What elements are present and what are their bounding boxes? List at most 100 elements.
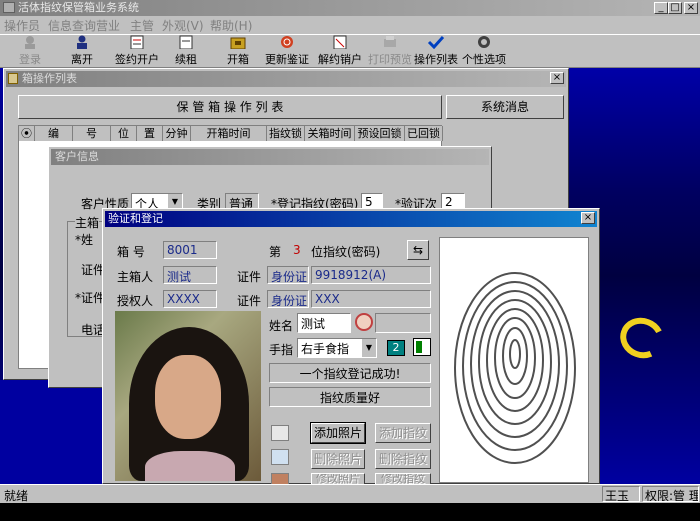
quality-message: 指纹质量好 bbox=[269, 387, 431, 407]
authorized-label: 授权人 bbox=[117, 294, 154, 308]
name-input[interactable]: 测试 bbox=[297, 313, 351, 333]
minimize-button[interactable]: _ bbox=[654, 2, 668, 14]
user-leave-icon bbox=[73, 35, 91, 49]
toolbar-open-box-button[interactable]: 开箱 bbox=[220, 35, 256, 69]
add-fp-button[interactable]: 添加指纹 bbox=[375, 423, 431, 443]
nth-value: 3 bbox=[293, 243, 301, 257]
checkmark-icon bbox=[427, 35, 445, 50]
photo-face-shape bbox=[155, 355, 221, 439]
toolbar-login-button[interactable]: 登录 bbox=[10, 35, 50, 69]
status-permission: 权限:管 理 bbox=[642, 486, 699, 502]
owner-label: 主箱人 bbox=[117, 270, 154, 284]
col-position-2: 置 bbox=[137, 126, 163, 141]
toolbar-update-verify-button[interactable]: 更新鉴证 bbox=[262, 35, 312, 69]
col-open-time: 开箱时间 bbox=[191, 126, 267, 141]
name-label: 姓名 bbox=[269, 319, 294, 333]
finger-scan-icon[interactable] bbox=[413, 338, 431, 356]
box-number-label: 箱 号 bbox=[117, 245, 145, 259]
toolbar-contract-button[interactable]: 签约开户 bbox=[112, 35, 162, 69]
cancel-contract-icon bbox=[331, 35, 349, 50]
desktop-lower-band bbox=[0, 380, 110, 484]
app-title-bar: 活体指纹保管箱业务系统 _ □ × bbox=[0, 0, 700, 16]
verify-title: 验证和登记 bbox=[108, 212, 163, 225]
menu-item-supervisor[interactable]: 主管 bbox=[130, 17, 154, 34]
op-list-table-header: ⦿ 编 号 位 置 分钟 开箱时间 指纹锁 关箱时间 预设回锁 已回锁 bbox=[19, 126, 443, 142]
nth-prefix: 第 bbox=[269, 245, 282, 259]
contract-icon bbox=[128, 35, 146, 50]
col-preset-relock: 预设回锁 bbox=[355, 126, 405, 141]
op-list-title: 箱操作列表 bbox=[22, 72, 77, 85]
seal-icon[interactable] bbox=[355, 313, 373, 331]
status-user: 王玉明 bbox=[602, 486, 640, 520]
col-minutes: 分钟 bbox=[163, 126, 191, 141]
name-label: *姓 bbox=[75, 233, 94, 247]
toolbar-operation-list-button[interactable]: 操作列表 bbox=[412, 35, 460, 69]
scanner-icon[interactable] bbox=[271, 449, 289, 465]
menu-item-operator[interactable]: 操作员 bbox=[4, 17, 40, 34]
finger-select[interactable]: 右手食指 ▼ bbox=[297, 338, 377, 358]
toolbar-cancel-contract-button[interactable]: 解约销户 bbox=[316, 35, 364, 69]
menu-item-view[interactable]: 外观(V) bbox=[162, 17, 204, 34]
col-relocked: 已回锁 bbox=[405, 126, 443, 141]
close-button[interactable]: × bbox=[684, 2, 698, 14]
nth-suffix: 位指纹(密码) bbox=[311, 245, 381, 259]
id-label: 证件 bbox=[237, 270, 262, 284]
op-list-title-bar: 箱操作列表 × bbox=[6, 71, 566, 87]
id2-label: 证件 bbox=[237, 294, 262, 308]
status-bar: 就绪 王玉明 权限:管 理 bbox=[0, 484, 700, 520]
id2-type-field: 身份证 bbox=[267, 290, 309, 308]
delete-fp-button[interactable]: 删除指纹 bbox=[375, 449, 431, 469]
col-close-time: 关箱时间 bbox=[305, 126, 355, 141]
menu-item-business[interactable]: 营业 bbox=[96, 17, 120, 34]
toolbar-renew-button[interactable]: 续租 bbox=[168, 35, 204, 69]
id2-number-field: XXX bbox=[311, 290, 431, 308]
finger-scan-mark bbox=[416, 341, 422, 353]
status-text: 就绪 bbox=[4, 489, 29, 503]
col-number-1: 编 bbox=[35, 126, 73, 141]
app-icon bbox=[3, 2, 15, 13]
menu-bar: 操作员 信息查询 营业 主管 外观(V) 帮助(H) bbox=[0, 16, 700, 34]
open-box-icon bbox=[229, 35, 247, 50]
renew-icon bbox=[177, 35, 195, 50]
owner-group-label: 主箱 bbox=[75, 214, 100, 231]
add-photo-button[interactable]: 添加照片 bbox=[310, 422, 366, 444]
verify-close-button[interactable]: × bbox=[581, 212, 595, 224]
delete-photo-button[interactable]: 删除照片 bbox=[311, 449, 365, 469]
verify-title-bar: 验证和登记 × bbox=[105, 211, 597, 227]
op-list-header: 保 管 箱 操 作 列 表 bbox=[18, 95, 442, 119]
maximize-button[interactable]: □ bbox=[668, 2, 682, 14]
customer-photo bbox=[115, 311, 261, 481]
status-message: 一个指纹登记成功! bbox=[269, 363, 431, 383]
authorized-field: XXXX bbox=[163, 290, 217, 308]
id-number-field: 9918912(A) bbox=[311, 266, 431, 284]
op-list-close-button[interactable]: × bbox=[550, 72, 564, 84]
photo-shirt-shape bbox=[145, 451, 235, 481]
system-message-button[interactable]: 系统消息 bbox=[446, 95, 564, 119]
camera-icon[interactable] bbox=[271, 425, 289, 441]
fingerprint-update-icon bbox=[278, 35, 296, 49]
chevron-down-icon: ▼ bbox=[362, 339, 376, 357]
toolbar-leave-button[interactable]: 离开 bbox=[62, 35, 102, 69]
print-preview-icon bbox=[381, 35, 399, 49]
name-extra-field bbox=[375, 313, 431, 333]
app-title: 活体指纹保管箱业务系统 bbox=[18, 1, 139, 14]
finger-label: 手指 bbox=[269, 343, 294, 357]
toolbar-options-button[interactable]: 个性选项 bbox=[460, 35, 508, 69]
next-fp-button[interactable]: ⇆ bbox=[407, 240, 429, 260]
col-position-1: 位 bbox=[111, 126, 137, 141]
login-icon bbox=[21, 35, 39, 49]
customer-title-bar: 客户信息 bbox=[51, 149, 489, 165]
menu-item-help[interactable]: 帮助(H) bbox=[210, 17, 252, 34]
customer-title: 客户信息 bbox=[55, 150, 99, 163]
id2-label: *证件 bbox=[75, 291, 106, 305]
options-icon bbox=[475, 35, 493, 49]
toolbar-print-preview-button[interactable]: 打印预览 bbox=[366, 35, 414, 69]
box-number-field: 8001 bbox=[163, 241, 217, 259]
col-fp-lock: 指纹锁 bbox=[267, 126, 305, 141]
menu-item-info-query[interactable]: 信息查询 bbox=[48, 17, 96, 34]
window-icon bbox=[8, 73, 18, 84]
arrow-right-icon: ⇆ bbox=[412, 243, 424, 257]
finger-count-badge: 2 bbox=[387, 340, 405, 356]
col-select: ⦿ bbox=[19, 126, 35, 141]
col-number-2: 号 bbox=[73, 126, 111, 141]
